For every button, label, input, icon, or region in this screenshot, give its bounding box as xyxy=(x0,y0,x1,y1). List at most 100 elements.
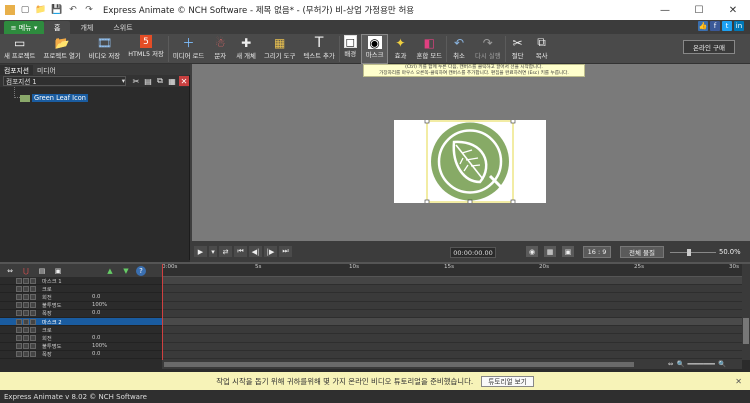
open-folder-quick-icon[interactable]: 📁 xyxy=(35,4,47,16)
new-composition-icon[interactable]: ▤ xyxy=(143,76,153,86)
track-value[interactable]: 0.0 xyxy=(92,310,100,316)
timeline-horizontal-scroll-thumb[interactable] xyxy=(164,362,634,367)
close-button[interactable]: ✕ xyxy=(716,0,750,20)
view-tutorials-button[interactable]: 튜토리얼 보기 xyxy=(481,375,534,387)
zoom-slider-icon[interactable]: ━━━━━━━ xyxy=(688,360,715,368)
redo-quick-icon[interactable]: ↷ xyxy=(83,4,95,16)
track-toggles[interactable] xyxy=(16,326,36,333)
delete-icon[interactable]: ✕ xyxy=(179,76,189,86)
cut-button[interactable]: ✂ 절단 xyxy=(506,34,530,64)
zoom-out-icon[interactable]: 🔍 xyxy=(676,360,684,368)
facebook-icon[interactable]: f xyxy=(710,21,720,31)
keyframe-icon[interactable]: ⇔ xyxy=(4,266,16,276)
tab-media[interactable]: 미디어 xyxy=(33,65,60,75)
magnet-icon[interactable]: ⋃ xyxy=(20,266,32,276)
track-lane[interactable] xyxy=(162,302,742,310)
track-value[interactable]: 100% xyxy=(92,343,107,349)
track-toggles[interactable] xyxy=(16,318,36,325)
play-icon[interactable]: ▶ xyxy=(194,246,207,257)
track-toggles[interactable] xyxy=(16,277,36,284)
tab-object[interactable]: 개체 xyxy=(70,21,103,34)
tab-composition[interactable]: 컴포지션 xyxy=(0,65,34,75)
fit-all-button[interactable]: 전체 물질 xyxy=(620,246,664,258)
save-html5-button[interactable]: 5 HTML5 저장 xyxy=(124,34,168,64)
play-dropdown-icon[interactable]: ▾ xyxy=(209,246,217,257)
background-button[interactable]: ◻ 배경 xyxy=(340,34,361,64)
track-lane[interactable] xyxy=(162,334,742,343)
track-lane-selected[interactable] xyxy=(162,317,742,327)
track-value[interactable]: 0.0 xyxy=(92,335,100,341)
online-buy-button[interactable]: 온라인 구매 xyxy=(683,40,735,54)
canvas-stage[interactable] xyxy=(394,118,546,205)
track-toggles[interactable] xyxy=(16,302,36,309)
fit-timeline-icon[interactable]: ⇔ xyxy=(668,360,673,368)
mask-button[interactable]: ◉ 마스크 xyxy=(360,34,389,64)
track-toggles[interactable] xyxy=(16,285,36,292)
timeline-vertical-scrollbar[interactable] xyxy=(742,264,750,360)
maximize-button[interactable]: ☐ xyxy=(682,0,716,20)
blend-mode-button[interactable]: ◧ 혼합 모드 xyxy=(412,34,446,64)
track-lane[interactable] xyxy=(162,351,742,359)
zoom-in-icon[interactable]: 🔍 xyxy=(718,360,726,368)
effects-button[interactable]: ✦ 효과 xyxy=(388,34,412,64)
aspect-ratio-button[interactable]: 16 : 9 xyxy=(583,246,611,258)
linkedin-icon[interactable]: in xyxy=(734,21,744,31)
redo-button[interactable]: ↷ 다시 실행 xyxy=(471,34,505,64)
track-lane[interactable] xyxy=(162,343,742,351)
step-forward-icon[interactable]: |▶ xyxy=(264,246,277,257)
new-project-button[interactable]: ▭ 새 프로젝트 xyxy=(0,34,39,64)
zoom-slider[interactable] xyxy=(670,252,716,253)
track-lane[interactable] xyxy=(162,285,742,294)
help-icon[interactable]: ? xyxy=(136,265,146,276)
twitter-icon[interactable]: t xyxy=(722,21,732,31)
zoom-slider-handle[interactable] xyxy=(687,249,691,256)
composition-select[interactable]: 컴포지션 1 ▾ xyxy=(3,76,126,86)
minimize-button[interactable]: — xyxy=(648,0,682,20)
tab-home[interactable]: 홈 xyxy=(44,21,71,34)
undo-button[interactable]: ↶ 취소 xyxy=(447,34,471,64)
save-quick-icon[interactable]: 💾 xyxy=(51,4,63,16)
layers-icon[interactable]: ▤ xyxy=(36,266,48,276)
tab-suite[interactable]: 스위트 xyxy=(103,21,142,34)
save-video-button[interactable]: 🎞 비디오 저장 xyxy=(85,34,124,64)
track-toggles[interactable] xyxy=(16,310,36,317)
move-up-icon[interactable]: ▲ xyxy=(104,266,116,276)
track-toggles[interactable] xyxy=(16,351,36,358)
undo-quick-icon[interactable]: ↶ xyxy=(67,4,79,16)
draw-tools-button[interactable]: ▦ 그리기 도구 xyxy=(260,34,299,64)
move-down-icon[interactable]: ▼ xyxy=(120,266,132,276)
track-value[interactable]: 100% xyxy=(92,302,107,308)
scissors-icon[interactable]: ✂ xyxy=(131,76,141,86)
duplicate-icon[interactable]: ⧉ xyxy=(155,76,165,86)
track-lane[interactable] xyxy=(162,293,742,302)
like-icon[interactable]: 👍 xyxy=(698,21,708,31)
camera-icon[interactable]: ◉ xyxy=(526,246,538,257)
track-value[interactable]: 0.0 xyxy=(92,351,100,357)
add-text-button[interactable]: T 텍스트 추가 xyxy=(299,34,338,64)
go-end-icon[interactable]: ⏭ xyxy=(279,246,292,257)
track-lane[interactable] xyxy=(162,310,742,318)
track-value[interactable]: 0.0 xyxy=(92,294,100,300)
track-lane[interactable] xyxy=(162,326,742,335)
safe-area-icon[interactable]: ▣ xyxy=(562,246,574,257)
track-toggles[interactable] xyxy=(16,334,36,341)
anchor-icon[interactable]: ▣ xyxy=(52,266,64,276)
new-file-quick-icon[interactable]: ▢ xyxy=(19,4,31,16)
timeline-ruler[interactable]: 0:00s 5s 10s 15s 20s 25s 30s xyxy=(162,264,742,277)
main-menu-button[interactable]: ≡ 메뉴 ▾ xyxy=(4,21,44,34)
grid-icon[interactable]: ▦ xyxy=(544,246,556,257)
playhead[interactable] xyxy=(162,264,163,368)
track-lanes[interactable] xyxy=(162,277,742,367)
load-media-button[interactable]: ＋ 미디어 로드 xyxy=(169,34,208,64)
copy-button[interactable]: ⧉ 복사 xyxy=(530,34,554,64)
go-start-icon[interactable]: ⏮ xyxy=(234,246,247,257)
tree-item-green-leaf[interactable]: Green Leaf Icon xyxy=(20,94,88,102)
track-toggles[interactable] xyxy=(16,343,36,350)
loop-icon[interactable]: ⇄ xyxy=(219,246,232,257)
step-back-icon[interactable]: ◀| xyxy=(249,246,262,257)
close-notice-icon[interactable]: ✕ xyxy=(735,377,742,386)
character-button[interactable]: ☃ 문자 xyxy=(208,34,232,64)
track-toggles[interactable] xyxy=(16,293,36,300)
timeline-vertical-scroll-thumb[interactable] xyxy=(743,318,749,344)
open-project-button[interactable]: 📂 프로젝트 열기 xyxy=(39,34,84,64)
